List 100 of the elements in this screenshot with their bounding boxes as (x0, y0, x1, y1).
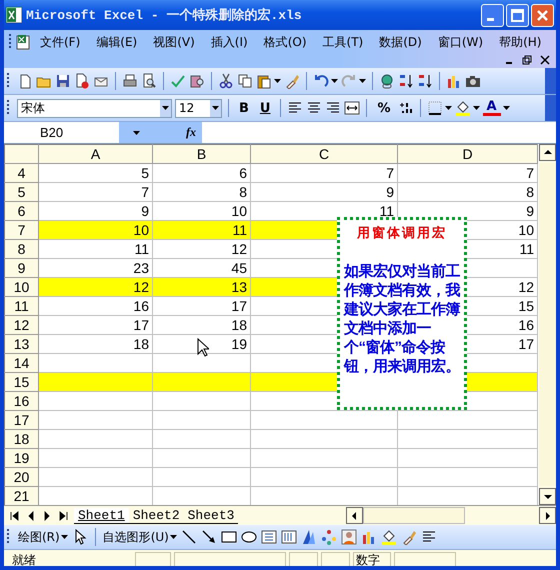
sheet-tab[interactable]: Sheet1 (74, 508, 129, 524)
name-box[interactable]: B20 (4, 122, 154, 143)
excel-document-icon[interactable] (16, 34, 32, 50)
vertical-scrollbar[interactable] (539, 144, 556, 505)
function-button[interactable]: fx (154, 122, 202, 143)
scissors-icon[interactable] (218, 73, 234, 89)
globe-link-icon[interactable] (379, 73, 395, 89)
sort-ascending-icon[interactable] (398, 73, 414, 89)
row-header[interactable]: 6 (4, 202, 38, 220)
row-header[interactable]: 4 (4, 164, 38, 182)
vertical-text-box-icon[interactable] (280, 529, 297, 545)
clipboard-icon[interactable] (256, 73, 272, 89)
font-dropdown[interactable]: 宋体 (17, 98, 172, 118)
menu-item[interactable]: 格式(O) (256, 34, 315, 50)
sheet-tab[interactable]: Sheet2 (128, 508, 184, 524)
sort-descending-icon[interactable] (417, 73, 433, 89)
menu-item[interactable]: 帮助(H) (491, 34, 550, 50)
row-header[interactable]: 20 (4, 468, 38, 486)
undo-arrow-icon[interactable] (313, 73, 329, 89)
paintbrush-icon[interactable] (400, 529, 417, 545)
merge-center-icon[interactable] (344, 100, 360, 116)
percent-button[interactable]: % (373, 100, 395, 116)
column-header[interactable]: D (398, 144, 538, 164)
menu-item[interactable]: 插入(I) (202, 34, 256, 50)
caret-icon[interactable] (331, 79, 338, 83)
draw-menu-button[interactable]: 绘图(R) (18, 528, 68, 546)
row-header[interactable]: 17 (4, 410, 38, 430)
row-header[interactable]: 16 (4, 392, 38, 410)
row-header[interactable]: 12 (4, 316, 38, 334)
paintbrush-icon[interactable] (284, 73, 300, 89)
row-header[interactable]: 21 (4, 486, 38, 505)
column-header[interactable]: A (38, 144, 152, 164)
row-header[interactable]: 14 (4, 354, 38, 372)
menu-item[interactable]: 数据(D) (371, 34, 430, 50)
scroll-down-button[interactable] (539, 488, 556, 505)
tab-last-icon[interactable] (58, 510, 68, 520)
row-header[interactable]: 19 (4, 448, 38, 468)
close-icon[interactable] (540, 55, 550, 65)
paint-bucket-icon[interactable] (380, 529, 397, 545)
menu-item[interactable]: 窗口(W) (430, 34, 492, 50)
row-header[interactable]: 15 (4, 372, 38, 392)
caret-icon[interactable] (472, 106, 480, 110)
caret-icon[interactable] (60, 535, 68, 539)
scroll-right-button[interactable] (539, 507, 556, 524)
tab-first-icon[interactable] (10, 510, 20, 520)
diagram-icon[interactable] (320, 529, 337, 545)
menu-item[interactable]: 工具(T) (314, 34, 372, 50)
camera-icon[interactable] (465, 73, 481, 89)
row-header[interactable]: 13 (4, 334, 38, 354)
row-header[interactable]: 9 (4, 258, 38, 278)
caret-icon[interactable] (502, 106, 510, 110)
select-all-button[interactable] (4, 144, 38, 164)
caret-icon[interactable] (170, 535, 177, 539)
caret-icon[interactable] (359, 79, 366, 83)
scroll-up-button[interactable] (539, 144, 556, 161)
document-stop-icon[interactable] (74, 73, 90, 89)
line-icon[interactable] (180, 529, 197, 545)
magnifier-document-icon[interactable] (141, 73, 157, 89)
row-header[interactable]: 5 (4, 182, 38, 202)
row-header[interactable]: 10 (4, 278, 38, 296)
column-header[interactable]: B (152, 144, 250, 164)
bold-button[interactable]: B (235, 100, 253, 116)
caret-icon[interactable] (444, 106, 452, 110)
book-magnifier-icon[interactable] (189, 73, 205, 89)
row-header[interactable]: 18 (4, 430, 38, 448)
text-box-icon[interactable] (260, 529, 277, 545)
row-header[interactable]: 7 (4, 220, 38, 240)
horizontal-scrollbar[interactable] (346, 507, 556, 524)
wordart-icon[interactable] (300, 529, 317, 545)
oval-icon[interactable] (240, 529, 257, 545)
rectangle-icon[interactable] (220, 529, 237, 545)
font-color-button[interactable]: A (482, 100, 501, 116)
borders-icon[interactable] (426, 100, 443, 116)
restore-icon[interactable] (522, 55, 532, 65)
bar-chart-icon[interactable] (446, 73, 462, 89)
menu-item[interactable]: 编辑(E) (88, 34, 146, 50)
copy-icon[interactable] (237, 73, 253, 89)
paint-bucket-icon[interactable] (454, 100, 471, 116)
person-picture-icon[interactable] (340, 529, 357, 545)
caret-icon[interactable] (274, 79, 281, 83)
menu-item[interactable]: 文件(F) (32, 34, 88, 50)
menu-item[interactable]: 视图(V) (145, 34, 203, 50)
row-header[interactable]: 8 (4, 240, 38, 258)
column-header[interactable]: C (250, 144, 398, 164)
tab-prev-icon[interactable] (26, 510, 36, 520)
caret-icon[interactable] (162, 106, 168, 110)
bar-chart-icon[interactable] (360, 529, 377, 545)
underline-button[interactable]: U (256, 100, 274, 116)
caret-icon[interactable] (212, 106, 218, 110)
decimal-increase-icon[interactable] (398, 100, 414, 116)
font-size-dropdown[interactable]: 12 (175, 98, 222, 118)
printer-icon[interactable] (122, 73, 138, 89)
tab-next-icon[interactable] (42, 510, 52, 520)
caret-icon[interactable] (132, 130, 140, 134)
check-mark-icon[interactable] (170, 73, 186, 89)
sheet-tab[interactable]: Sheet3 (184, 508, 238, 524)
row-header[interactable]: 11 (4, 296, 38, 316)
arrow-icon[interactable] (200, 529, 217, 545)
autoshapes-menu-button[interactable]: 自选图形(U) (102, 528, 177, 546)
scroll-left-button[interactable] (346, 507, 363, 524)
